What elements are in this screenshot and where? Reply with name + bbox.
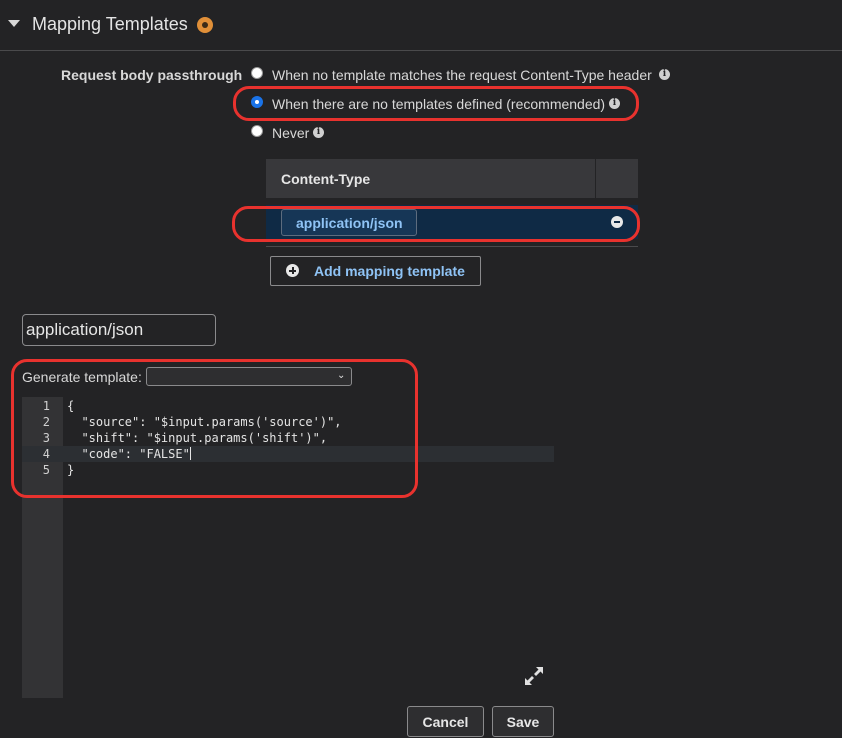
generate-template-select[interactable] <box>146 367 352 386</box>
caret-down-icon[interactable] <box>8 20 20 27</box>
line-number: 4 <box>42 447 50 461</box>
code-line[interactable]: { <box>67 399 74 413</box>
info-icon[interactable]: i <box>609 98 620 109</box>
radio-no-templates[interactable] <box>251 96 263 108</box>
save-button[interactable]: Save <box>492 706 554 737</box>
content-type-input[interactable] <box>22 314 216 346</box>
expand-icon[interactable] <box>524 666 544 686</box>
info-icon[interactable]: i <box>313 127 324 138</box>
code-line[interactable]: "shift": "$input.params('shift')", <box>67 431 327 445</box>
text-cursor <box>189 447 191 460</box>
section-title: Mapping Templates <box>32 14 188 34</box>
chevron-down-icon[interactable]: ⌄ <box>337 370 345 381</box>
line-number: 2 <box>42 415 50 429</box>
generate-template-label: Generate template: <box>22 369 142 385</box>
passthrough-label: Request body passthrough <box>61 67 243 83</box>
radio-no-templates-label[interactable]: When there are no templates defined (rec… <box>272 96 605 112</box>
radio-never[interactable] <box>251 125 263 137</box>
table-divider <box>266 246 638 247</box>
line-number: 1 <box>42 399 50 413</box>
plus-circle-icon[interactable] <box>286 264 299 277</box>
warning-dot-icon <box>197 17 213 33</box>
radio-no-match-label[interactable]: When no template matches the request Con… <box>272 67 652 83</box>
add-mapping-template-label[interactable]: Add mapping template <box>314 263 465 279</box>
code-line[interactable]: "code": "FALSE" <box>67 447 191 461</box>
content-type-column-header: Content-Type <box>281 171 371 187</box>
radio-no-match[interactable] <box>251 67 263 79</box>
radio-never-label[interactable]: Never <box>272 125 309 141</box>
column-divider <box>595 159 596 198</box>
line-number: 3 <box>42 431 50 445</box>
code-line[interactable]: "source": "$input.params('source')", <box>67 415 341 429</box>
remove-icon[interactable] <box>611 216 623 228</box>
code-line-text[interactable]: "code": "FALSE" <box>67 447 189 461</box>
info-icon[interactable]: i <box>659 69 670 80</box>
line-number: 5 <box>42 463 50 477</box>
cancel-button[interactable]: Cancel <box>407 706 484 737</box>
content-type-pill-label[interactable]: application/json <box>296 215 403 231</box>
code-line[interactable]: } <box>67 463 74 477</box>
